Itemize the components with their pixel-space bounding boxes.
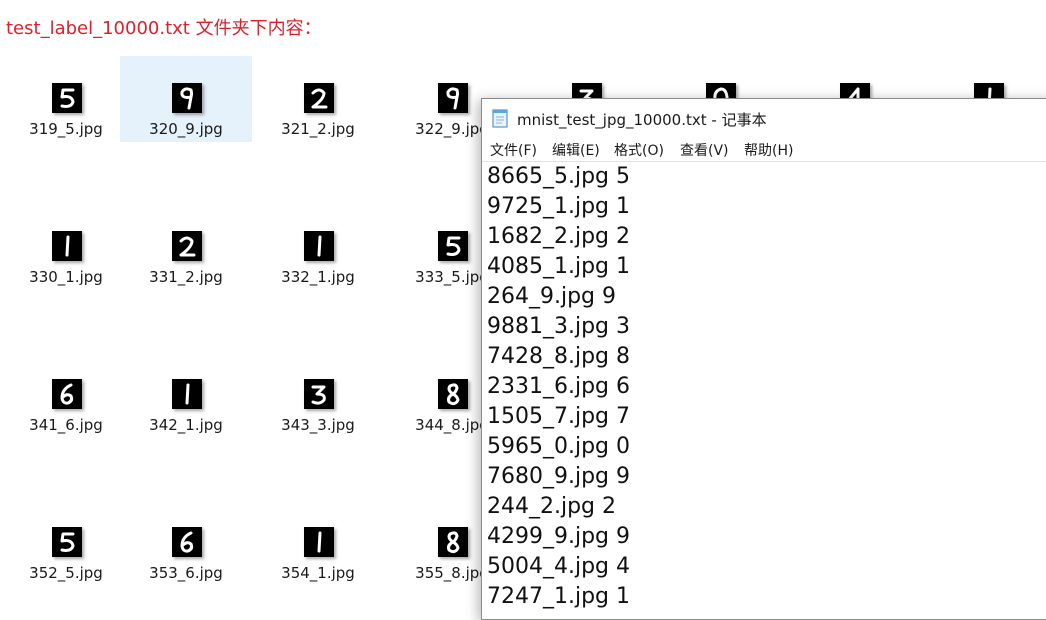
notepad-menubar: 文件(F) 编辑(E) 格式(O) 查看(V) 帮助(H)	[482, 137, 1046, 162]
file-thumbnail[interactable]: 332_1.jpg	[252, 204, 384, 290]
digit-image	[172, 379, 202, 409]
text-line: 5004_4.jpg 4	[487, 554, 631, 579]
handwritten-digit-1	[317, 235, 322, 257]
text-line: 1505_7.jpg 7	[487, 404, 631, 429]
digit-image	[52, 83, 82, 113]
text-line: 4085_1.jpg 1	[487, 254, 631, 279]
text-line: 7680_9.jpg 9	[487, 464, 631, 489]
text-line: 9881_3.jpg 3	[487, 314, 631, 339]
file-thumbnail[interactable]: 352_5.jpg	[0, 500, 132, 586]
text-line: 5965_0.jpg 0	[487, 434, 631, 459]
handwritten-digit-1	[65, 235, 70, 257]
menu-item[interactable]: 编辑(E)	[552, 140, 600, 160]
digit-image	[52, 231, 82, 261]
handwritten-digit-5	[446, 236, 461, 256]
handwritten-digit-3	[311, 385, 326, 405]
text-line: 9725_1.jpg 1	[487, 194, 631, 219]
digit-image	[52, 527, 82, 557]
menu-item[interactable]: 查看(V)	[680, 140, 729, 160]
text-line: 4299_9.jpg 9	[487, 524, 631, 549]
handwritten-digit-6	[60, 383, 74, 405]
digit-image	[52, 379, 82, 409]
file-thumbnail[interactable]: 330_1.jpg	[0, 204, 132, 290]
notepad-icon	[492, 109, 508, 128]
digit-image	[304, 231, 334, 261]
handwritten-digit-5	[60, 532, 75, 552]
handwritten-digit-1	[317, 531, 322, 553]
text-line: 264_9.jpg 9	[487, 284, 617, 309]
text-line: 2331_6.jpg 6	[487, 374, 631, 399]
digit-image	[438, 379, 468, 409]
digit-image	[438, 83, 468, 113]
file-name: 352_5.jpg	[29, 564, 103, 582]
menu-item[interactable]: 格式(O)	[614, 140, 664, 160]
file-name: 319_5.jpg	[29, 120, 103, 138]
file-thumbnail[interactable]: 319_5.jpg	[0, 56, 132, 142]
handwritten-digit-1	[185, 383, 190, 405]
handwritten-digit-2	[311, 88, 328, 109]
handwritten-digit-9	[446, 87, 459, 110]
file-name: 341_6.jpg	[29, 416, 103, 434]
file-thumbnail[interactable]: 320_9.jpg	[120, 56, 252, 142]
notepad-text-area[interactable]: 8665_5.jpg 5 9725_1.jpg 1 1682_2.jpg 2 4085…	[482, 162, 1046, 619]
file-name: 353_6.jpg	[149, 564, 223, 582]
digit-image	[438, 231, 468, 261]
file-name: 354_1.jpg	[281, 564, 355, 582]
digit-image	[172, 83, 202, 113]
file-name: 342_1.jpg	[149, 416, 223, 434]
handwritten-digit-5	[60, 88, 75, 108]
file-thumbnail[interactable]: 342_1.jpg	[120, 352, 252, 438]
file-thumbnail[interactable]: 353_6.jpg	[120, 500, 252, 586]
text-line: 8665_5.jpg 5	[487, 164, 631, 189]
digit-image	[172, 231, 202, 261]
digit-image	[304, 527, 334, 557]
digit-image	[172, 527, 202, 557]
file-thumbnail[interactable]: 331_2.jpg	[120, 204, 252, 290]
menu-item[interactable]: 文件(F)	[490, 140, 537, 160]
file-thumbnail[interactable]: 321_2.jpg	[252, 56, 384, 142]
file-name: 321_2.jpg	[281, 120, 355, 138]
file-name: 343_3.jpg	[281, 416, 355, 434]
notepad-window[interactable]: mnist_test_jpg_10000.txt - 记事本 文件(F) 编辑(E…	[481, 98, 1046, 620]
file-thumbnail[interactable]: 343_3.jpg	[252, 352, 384, 438]
file-name: 320_9.jpg	[149, 120, 223, 138]
handwritten-digit-9	[180, 87, 193, 110]
text-line: 7247_1.jpg 1	[487, 584, 631, 609]
digit-image	[304, 83, 334, 113]
file-thumbnail[interactable]: 341_6.jpg	[0, 352, 132, 438]
text-line: 1682_2.jpg 2	[487, 224, 631, 249]
handwritten-digit-6	[180, 531, 194, 553]
file-name: 330_1.jpg	[29, 268, 103, 286]
menu-item[interactable]: 帮助(H)	[744, 140, 793, 160]
digit-image	[438, 527, 468, 557]
handwritten-digit-8	[447, 383, 460, 406]
text-line: 7428_8.jpg 8	[487, 344, 631, 369]
file-name: 332_1.jpg	[281, 268, 355, 286]
notepad-titlebar[interactable]: mnist_test_jpg_10000.txt - 记事本	[482, 99, 1046, 137]
digit-image	[304, 379, 334, 409]
handwritten-digit-2	[179, 236, 196, 257]
text-line: 244_2.jpg 2	[487, 494, 617, 519]
notepad-title: mnist_test_jpg_10000.txt - 记事本	[517, 111, 767, 129]
handwritten-digit-8	[447, 531, 460, 554]
file-thumbnail[interactable]: 354_1.jpg	[252, 500, 384, 586]
file-name: 331_2.jpg	[149, 268, 223, 286]
